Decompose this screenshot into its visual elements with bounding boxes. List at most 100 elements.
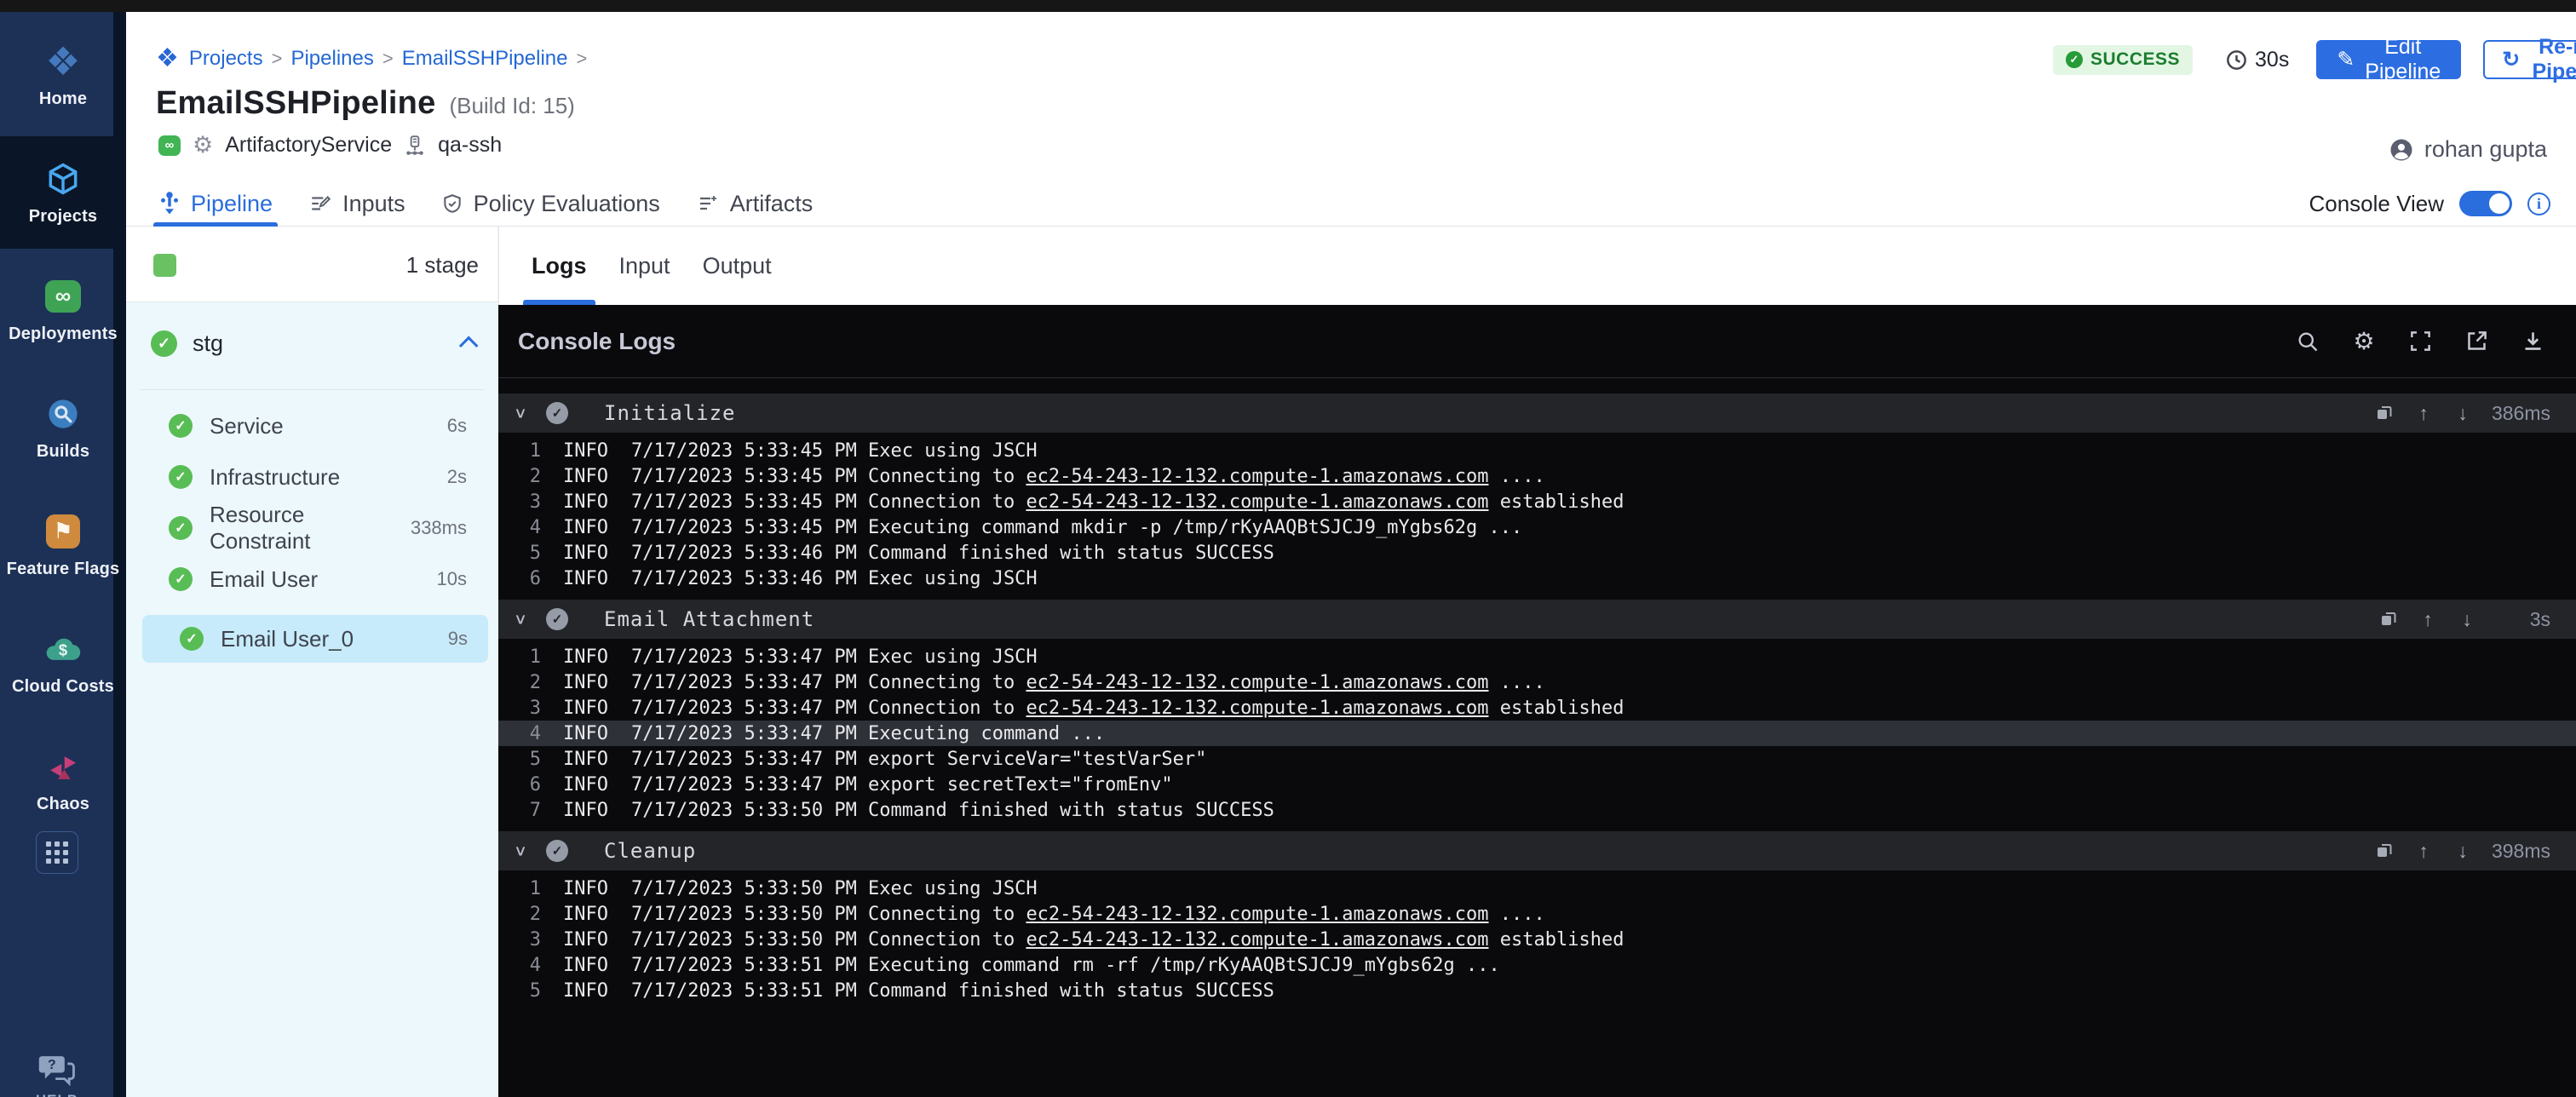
header-actions: ✓ SUCCESS 30s ✎ Edit Pipeline ↻ Re-run P…	[2053, 39, 2576, 80]
step-row-email-user[interactable]: ✓Email User10s	[126, 554, 498, 605]
search-icon[interactable]	[2295, 329, 2320, 354]
sidebar: ❖Home Projects ∞DeploymentsBuilds⚑Feature …	[0, 12, 126, 1097]
sidebar-item-label: Projects	[29, 207, 98, 227]
user-chip[interactable]: rohan gupta	[2389, 136, 2547, 163]
log-line[interactable]: 7INFO7/17/2023 5:33:50 PMCommand finishe…	[498, 797, 2576, 823]
step-row-service[interactable]: ✓Service6s	[126, 400, 498, 451]
breadcrumb-link-pipelines[interactable]: Pipelines	[290, 47, 373, 71]
sidebar-item-deployments[interactable]: ∞Deployments	[0, 254, 126, 366]
fullscreen-icon[interactable]	[2407, 329, 2433, 354]
step-row-email-user-0[interactable]: ✓Email User_09s	[142, 615, 488, 663]
chevron-up-icon[interactable]	[459, 336, 479, 356]
log-line[interactable]: 6INFO7/17/2023 5:33:46 PMExec using JSCH	[498, 566, 2576, 591]
step-name: Email User_0	[221, 626, 354, 652]
section-header-initialize[interactable]: ∨✓Initialize↑↓386ms	[498, 393, 2576, 433]
log-level: INFO	[563, 929, 612, 951]
stage-row-stg[interactable]: ✓ stg	[151, 325, 478, 362]
log-link[interactable]: ec2-54-243-12-132.compute-1.amazonaws.co…	[1026, 466, 1488, 487]
log-level: INFO	[563, 723, 612, 744]
log-line[interactable]: 6INFO7/17/2023 5:33:47 PMexport secretTe…	[498, 772, 2576, 797]
section-header-cleanup[interactable]: ∨✓Cleanup↑↓398ms	[498, 831, 2576, 870]
breadcrumb-link-projects[interactable]: Projects	[189, 47, 263, 71]
log-tab-output[interactable]: Output	[703, 227, 772, 305]
section-header-email-attachment[interactable]: ∨✓Email Attachment↑↓3s	[498, 600, 2576, 639]
scroll-down-icon[interactable]: ↓	[2452, 403, 2473, 423]
sidebar-item-chaos[interactable]: Chaos	[0, 724, 126, 836]
scroll-down-icon[interactable]: ↓	[2452, 841, 2473, 861]
log-text: Command finished with status SUCCESS	[868, 980, 1274, 1002]
log-line[interactable]: 3INFO7/17/2023 5:33:50 PMConnection to e…	[498, 927, 2576, 952]
log-line[interactable]: 4INFO7/17/2023 5:33:47 PMExecuting comma…	[498, 721, 2576, 746]
log-timestamp: 7/17/2023 5:33:51 PM	[631, 980, 856, 1002]
sidebar-item-feature-flags[interactable]: ⚑Feature Flags	[0, 489, 126, 601]
log-line[interactable]: 2INFO7/17/2023 5:33:47 PMConnecting to e…	[498, 669, 2576, 695]
inputs-icon	[308, 192, 332, 215]
tab-pipeline[interactable]: Pipeline	[158, 181, 273, 227]
log-line[interactable]: 5INFO7/17/2023 5:33:51 PMCommand finishe…	[498, 978, 2576, 1003]
log-line[interactable]: 3INFO7/17/2023 5:33:47 PMConnection to e…	[498, 695, 2576, 721]
log-line[interactable]: 5INFO7/17/2023 5:33:46 PMCommand finishe…	[498, 540, 2576, 566]
console-title: Console Logs	[518, 328, 676, 355]
copy-icon[interactable]	[2374, 841, 2395, 861]
step-row-resource-constraint[interactable]: ✓Resource Constraint338ms	[126, 503, 498, 554]
edit-pipeline-button[interactable]: ✎ Edit Pipeline	[2316, 40, 2461, 79]
chevron-down-icon[interactable]: ∨	[514, 405, 532, 422]
log-line[interactable]: 1INFO7/17/2023 5:33:47 PMExec using JSCH	[498, 644, 2576, 669]
tab-artifacts[interactable]: Artifacts	[696, 181, 814, 227]
log-link[interactable]: ec2-54-243-12-132.compute-1.amazonaws.co…	[1026, 491, 1488, 513]
log-tab-input[interactable]: Input	[619, 227, 670, 305]
log-line[interactable]: 1INFO7/17/2023 5:33:50 PMExec using JSCH	[498, 876, 2576, 901]
tab-inputs[interactable]: Inputs	[308, 181, 405, 227]
apps-grid-button[interactable]	[36, 831, 78, 874]
log-line[interactable]: 1INFO7/17/2023 5:33:45 PMExec using JSCH	[498, 438, 2576, 463]
log-settings-gear-icon[interactable]: ⚙	[2351, 329, 2377, 354]
scroll-up-icon[interactable]: ↑	[2413, 841, 2434, 861]
log-line[interactable]: 4INFO7/17/2023 5:33:51 PMExecuting comma…	[498, 952, 2576, 978]
copy-icon[interactable]	[2374, 403, 2395, 423]
log-line[interactable]: 2INFO7/17/2023 5:33:50 PMConnecting to e…	[498, 901, 2576, 927]
tab-policy-evaluations[interactable]: Policy Evaluations	[441, 181, 660, 227]
chevron-down-icon[interactable]: ∨	[514, 611, 532, 629]
log-timestamp: 7/17/2023 5:33:50 PM	[631, 800, 856, 821]
log-text: ....	[1489, 466, 1545, 487]
log-link[interactable]: ec2-54-243-12-132.compute-1.amazonaws.co…	[1026, 904, 1488, 925]
service-gear-icon: ⚙	[193, 134, 213, 157]
scroll-up-icon[interactable]: ↑	[2413, 403, 2434, 423]
chevron-down-icon[interactable]: ∨	[514, 842, 532, 860]
log-text: Executing command mkdir -p /tmp/rKyAAQBt…	[868, 517, 1522, 538]
log-link[interactable]: ec2-54-243-12-132.compute-1.amazonaws.co…	[1026, 929, 1488, 951]
section-lines: 1INFO7/17/2023 5:33:50 PMExec using JSCH…	[498, 870, 2576, 1003]
breadcrumb-link-emailsshpipeline[interactable]: EmailSSHPipeline	[402, 47, 568, 71]
feature-flags-icon: ⚑	[46, 512, 80, 551]
sidebar-item-projects[interactable]: Projects	[0, 136, 126, 249]
sidebar-item-builds[interactable]: Builds	[0, 371, 126, 484]
download-icon[interactable]	[2520, 329, 2545, 354]
sidebar-item-home[interactable]: ❖Home	[0, 19, 126, 131]
rerun-pipeline-label: Re-run Pipeline	[2528, 35, 2576, 84]
projects-icon	[44, 159, 82, 198]
scroll-up-icon[interactable]: ↑	[2418, 609, 2438, 629]
step-duration: 2s	[447, 466, 467, 488]
log-tab-logs[interactable]: Logs	[532, 227, 587, 305]
log-line[interactable]: 4INFO7/17/2023 5:33:45 PMExecuting comma…	[498, 514, 2576, 540]
section-actions: ↑↓386ms	[2374, 402, 2550, 425]
rerun-pipeline-button[interactable]: ↻ Re-run Pipeline	[2483, 40, 2576, 79]
log-line[interactable]: 3INFO7/17/2023 5:33:45 PMConnection to e…	[498, 489, 2576, 514]
scroll-down-icon[interactable]: ↓	[2457, 609, 2477, 629]
console-view-info-icon[interactable]: i	[2527, 192, 2550, 215]
section-name: Cleanup	[604, 839, 696, 863]
log-line[interactable]: 5INFO7/17/2023 5:33:47 PMexport ServiceV…	[498, 746, 2576, 772]
sidebar-item-cloud-costs[interactable]: $Cloud Costs	[0, 606, 126, 719]
copy-icon[interactable]	[2378, 609, 2399, 629]
open-in-new-icon[interactable]	[2464, 329, 2489, 354]
step-row-infrastructure[interactable]: ✓Infrastructure2s	[126, 451, 498, 503]
sidebar-item-help[interactable]: ? HELP	[0, 1053, 113, 1097]
step-name: Email User	[210, 566, 318, 593]
console-view-toggle[interactable]	[2459, 191, 2512, 216]
log-link[interactable]: ec2-54-243-12-132.compute-1.amazonaws.co…	[1026, 698, 1488, 719]
log-timestamp: 7/17/2023 5:33:47 PM	[631, 723, 856, 744]
log-line[interactable]: 2INFO7/17/2023 5:33:45 PMConnecting to e…	[498, 463, 2576, 489]
log-line-number: 3	[498, 698, 541, 719]
step-duration: 10s	[437, 568, 467, 590]
log-link[interactable]: ec2-54-243-12-132.compute-1.amazonaws.co…	[1026, 672, 1488, 693]
